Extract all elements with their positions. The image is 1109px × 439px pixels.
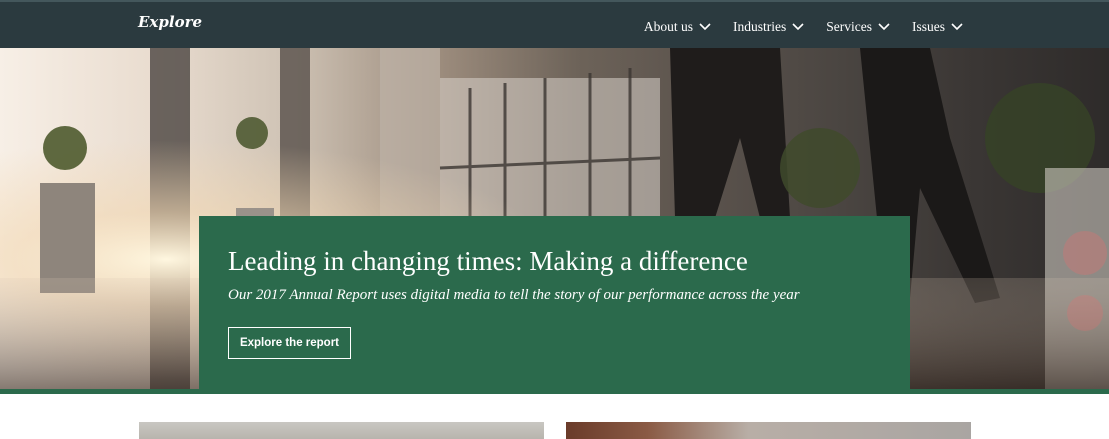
- feature-card-image-right[interactable]: [566, 422, 971, 439]
- chevron-down-icon: [951, 23, 963, 31]
- hero-title: Leading in changing times: Making a diff…: [228, 246, 748, 276]
- nav-industries-label: Industries: [733, 19, 787, 34]
- top-navigation-bar: Explore About us Industries Services Iss…: [0, 0, 1109, 48]
- nav-issues[interactable]: Issues: [912, 19, 963, 35]
- nav-services[interactable]: Services: [826, 19, 890, 35]
- hero-divider: [0, 389, 1109, 394]
- nav-about-us-label: About us: [643, 19, 694, 34]
- nav-services-label: Services: [826, 19, 872, 34]
- hero-callout: Leading in changing times: Making a diff…: [199, 216, 910, 389]
- nav-issues-label: Issues: [912, 19, 945, 34]
- hero-subtitle: Our 2017 Annual Report uses digital medi…: [228, 287, 800, 303]
- chevron-down-icon: [699, 23, 711, 31]
- chevron-down-icon: [792, 23, 804, 31]
- nav-about-us[interactable]: About us: [644, 19, 711, 35]
- explore-report-button[interactable]: Explore the report: [228, 327, 351, 359]
- feature-card-image-left[interactable]: [139, 422, 544, 439]
- nav-industries[interactable]: Industries: [733, 19, 804, 35]
- chevron-down-icon: [878, 23, 890, 31]
- main-nav: About us Industries Services Issues: [644, 19, 963, 35]
- site-logo[interactable]: Explore: [138, 13, 202, 31]
